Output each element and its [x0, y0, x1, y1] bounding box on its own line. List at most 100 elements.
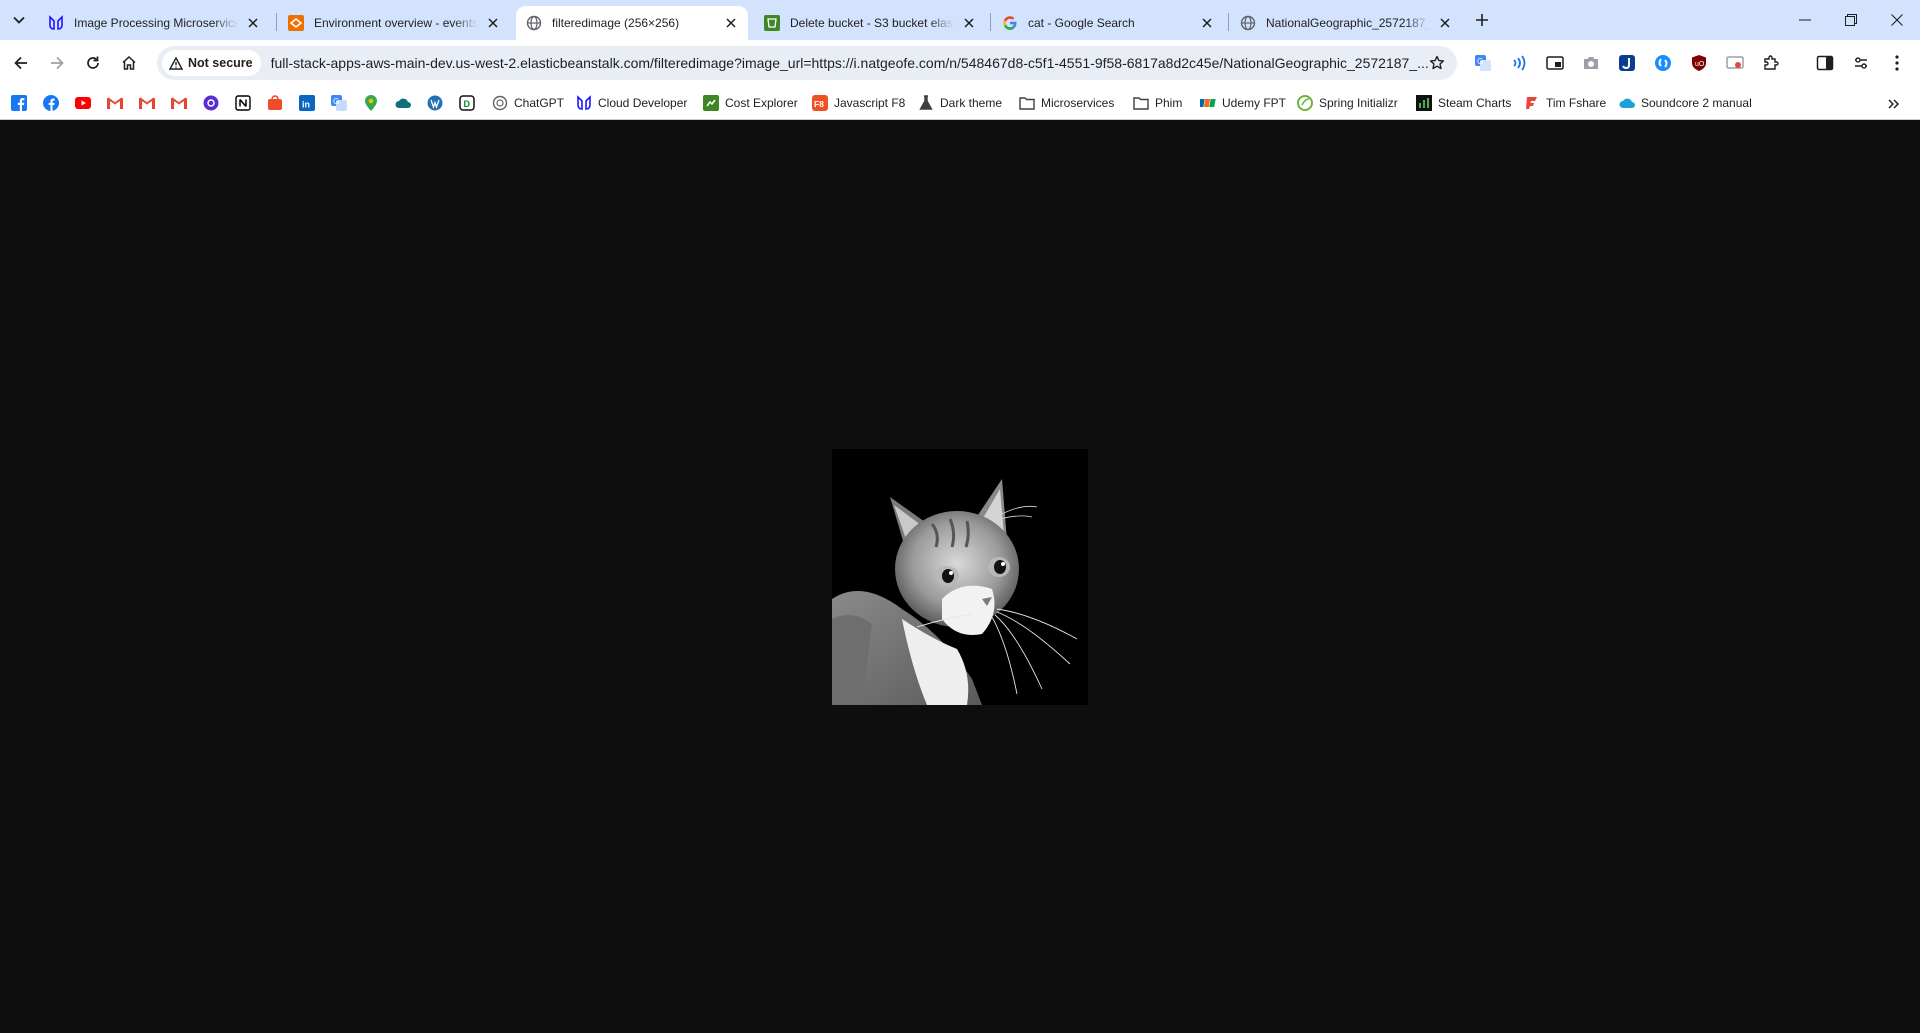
url-text[interactable]: full-stack-apps-aws-main-dev.us-west-2.e…	[271, 55, 1431, 71]
d-icon[interactable]: D	[459, 95, 475, 111]
address-bar[interactable]: Not secure full-stack-apps-aws-main-dev.…	[157, 46, 1457, 80]
warning-icon	[169, 56, 183, 70]
folder-icon	[1133, 95, 1149, 111]
home-icon	[122, 55, 136, 70]
wordpress-icon[interactable]	[427, 95, 443, 111]
bookmark-chatgpt[interactable]: ChatGPT	[488, 91, 568, 115]
globe-icon	[1240, 15, 1256, 31]
close-icon	[1891, 14, 1903, 26]
tab-search-button[interactable]	[7, 9, 31, 31]
new-tab-button[interactable]	[1470, 8, 1494, 32]
tab-strip: Image Processing Microservice Environmen…	[0, 0, 1920, 40]
udacity-icon	[576, 95, 592, 111]
facebook-messenger-icon[interactable]	[43, 95, 59, 111]
restore-button[interactable]	[1828, 0, 1874, 40]
cloud-icon[interactable]	[395, 95, 411, 111]
svg-text:G: G	[333, 97, 339, 106]
maps-icon[interactable]	[363, 95, 379, 111]
tab-google-search[interactable]: cat - Google Search	[992, 6, 1224, 40]
tab-title: Image Processing Microservice	[74, 16, 238, 30]
ublock-extension-icon[interactable]: uO	[1688, 52, 1710, 74]
tab-title: Delete bucket - S3 bucket elast	[790, 16, 954, 30]
bookmark-spring-initializr[interactable]: Spring Initializr	[1293, 91, 1402, 115]
tab-filteredimage[interactable]: filteredimage (256×256)	[516, 6, 748, 40]
more-bookmarks-button[interactable]	[1884, 94, 1904, 114]
bookmark-soundcore-manual[interactable]: Soundcore 2 manual	[1615, 91, 1756, 115]
tab-environment-overview[interactable]: Environment overview - events	[278, 6, 510, 40]
side-panel-icon[interactable]	[1814, 52, 1836, 74]
plus-icon	[1476, 14, 1488, 26]
notion-icon[interactable]	[235, 95, 251, 111]
linkedin-icon[interactable]: in	[299, 95, 315, 111]
picture-in-picture-icon[interactable]	[1544, 52, 1566, 74]
screen-extension-icon[interactable]	[1724, 52, 1746, 74]
shazam-extension-icon[interactable]	[1652, 52, 1674, 74]
facebook-icon[interactable]	[11, 95, 27, 111]
close-icon[interactable]	[960, 14, 978, 32]
bookmark-label: Tim Fshare	[1546, 96, 1607, 110]
svg-text:uO: uO	[1695, 61, 1705, 68]
home-button[interactable]	[115, 49, 143, 77]
close-window-button[interactable]	[1874, 0, 1920, 40]
close-icon[interactable]	[244, 14, 262, 32]
bookmark-udemy-fpt[interactable]: Udemy FPT	[1196, 91, 1290, 115]
svg-text:in: in	[302, 100, 310, 110]
security-label: Not secure	[188, 56, 253, 70]
tab-separator	[1228, 13, 1229, 31]
bookmark-folder-phim[interactable]: Phim	[1129, 91, 1186, 115]
camera-extension-icon[interactable]	[1580, 52, 1602, 74]
bookmark-tim-fshare[interactable]: Tim Fshare	[1520, 91, 1610, 115]
security-indicator[interactable]: Not secure	[162, 50, 261, 76]
bookmark-label: Microservices	[1041, 96, 1115, 110]
close-icon[interactable]	[1436, 14, 1454, 32]
shopee-icon[interactable]	[267, 95, 283, 111]
restore-icon	[1845, 14, 1857, 26]
close-icon[interactable]	[722, 14, 740, 32]
bookmark-javascript-f8[interactable]: F8 Javascript F8	[808, 91, 909, 115]
close-icon[interactable]	[1198, 14, 1216, 32]
forward-button[interactable]	[43, 49, 71, 77]
reload-button[interactable]	[79, 49, 107, 77]
bookmark-cost-explorer[interactable]: Cost Explorer	[699, 91, 802, 115]
tab-title: NationalGeographic_2572187_s	[1266, 16, 1430, 30]
cost-icon	[703, 95, 719, 111]
translate-extension-icon[interactable]: G	[1472, 52, 1494, 74]
bookmark-folder-microservices[interactable]: Microservices	[1015, 91, 1118, 115]
chart-icon	[1416, 95, 1432, 111]
tab-nationalgeographic[interactable]: NationalGeographic_2572187_s	[1230, 6, 1462, 40]
gmail-icon[interactable]	[107, 95, 123, 111]
reload-icon	[87, 56, 99, 69]
bookmark-star-button[interactable]	[1425, 51, 1449, 75]
bookmark-label: Cloud Developer	[598, 96, 688, 110]
translate-icon[interactable]: G	[331, 95, 347, 111]
youtube-icon[interactable]	[75, 95, 91, 111]
google-icon	[1002, 15, 1018, 31]
udacity-icon	[48, 15, 64, 31]
profile-icon[interactable]	[1850, 52, 1872, 74]
j-extension-icon[interactable]	[1616, 52, 1638, 74]
star-icon	[1429, 55, 1445, 70]
close-icon[interactable]	[484, 14, 502, 32]
menu-kebab-icon[interactable]	[1886, 52, 1908, 74]
back-button[interactable]	[7, 49, 35, 77]
threads-icon[interactable]	[203, 95, 219, 111]
tab-title: Environment overview - events	[314, 16, 478, 30]
bookmark-label: Dark theme	[940, 96, 1003, 110]
filtered-cat-image[interactable]	[832, 449, 1088, 705]
minimize-button[interactable]	[1782, 0, 1828, 40]
bookmark-cloud-developer[interactable]: Cloud Developer	[572, 91, 691, 115]
bookmark-steam-charts[interactable]: Steam Charts	[1412, 91, 1515, 115]
tab-separator	[276, 13, 277, 31]
tab-image-processing[interactable]: Image Processing Microservice	[38, 6, 270, 40]
bookmark-dark-theme[interactable]: Dark theme	[914, 91, 1006, 115]
bookmark-label: ChatGPT	[514, 96, 565, 110]
folder-icon	[1019, 95, 1035, 111]
globe-icon	[526, 15, 542, 31]
gmail-icon[interactable]	[171, 95, 187, 111]
gmail-icon[interactable]	[139, 95, 155, 111]
minimize-icon	[1799, 19, 1811, 21]
tab-delete-bucket[interactable]: Delete bucket - S3 bucket elast	[754, 6, 986, 40]
s3-icon	[764, 15, 780, 31]
audio-extension-icon[interactable]	[1508, 52, 1530, 74]
extensions-puzzle-icon[interactable]	[1760, 52, 1782, 74]
